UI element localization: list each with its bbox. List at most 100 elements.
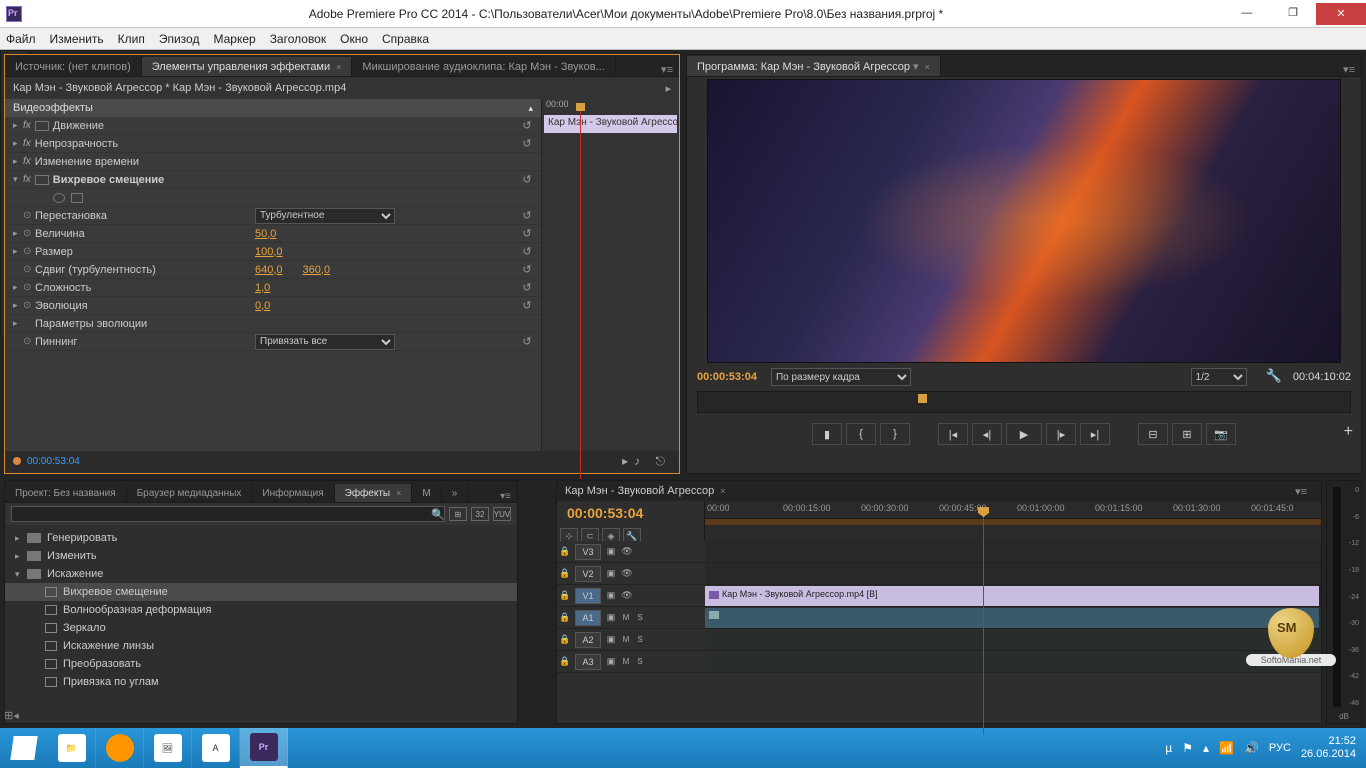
step-forward-button[interactable]: |▸ [1046, 423, 1076, 445]
go-to-in-button[interactable]: |◂ [938, 423, 968, 445]
mark-in-button[interactable]: ▮ [812, 423, 842, 445]
panel-menu-icon[interactable]: ▾≡ [655, 63, 679, 76]
audio-clip[interactable] [705, 608, 1319, 628]
reset-icon[interactable]: ↺ [519, 335, 535, 349]
close-button[interactable]: ✕ [1316, 3, 1366, 25]
effect-item-transform[interactable]: Преобразовать [5, 655, 517, 673]
taskbar-firefox[interactable] [96, 728, 144, 768]
mini-playhead[interactable] [580, 109, 581, 479]
menu-marker[interactable]: Маркер [213, 32, 255, 46]
prop-evolution-options[interactable]: ▸Параметры эволюции [5, 315, 541, 333]
reset-icon[interactable]: ↺ [519, 245, 535, 259]
settings-icon[interactable]: 🔧 [1266, 368, 1282, 383]
lock-icon[interactable]: 🔒 [557, 612, 573, 623]
track-a3-header[interactable]: 🔒A3▣MS [557, 651, 705, 673]
tab-source[interactable]: Источник: (нет клипов) [5, 57, 142, 76]
effects-search-input[interactable] [11, 506, 445, 522]
prop-amount[interactable]: ▸⊙Величина50,0↺ [5, 225, 541, 243]
folder-generate[interactable]: ▸Генерировать [5, 529, 517, 547]
prop-evolution[interactable]: ▸⊙Эволюция0,0↺ [5, 297, 541, 315]
minimize-button[interactable]: — [1224, 3, 1270, 23]
track-v1-lane[interactable]: Кар Мэн - Звуковой Агрессор.mp4 [В] [705, 585, 1321, 607]
prop-offset[interactable]: ⊙Сдвиг (турбулентность)640,0360,0↺ [5, 261, 541, 279]
amount-value[interactable]: 50,0 [255, 228, 276, 240]
tab-markers[interactable]: M [412, 484, 441, 502]
close-icon[interactable]: × [925, 62, 930, 72]
tab-overflow[interactable]: » [442, 484, 469, 502]
prop-pinning[interactable]: ⊙ПиннингПривязать все↺ [5, 333, 541, 351]
track-v3-header[interactable]: 🔒V3▣👁 [557, 541, 705, 563]
reset-icon[interactable]: ↺ [519, 263, 535, 277]
sequence-tab[interactable]: Кар Мэн - Звуковой Агрессор×▾≡ [557, 481, 1321, 501]
reset-icon[interactable]: ↺ [519, 137, 535, 151]
start-button[interactable] [0, 728, 48, 768]
video-effects-header[interactable]: Видеоэффекты▴ [5, 99, 541, 117]
prop-displacement[interactable]: ⊙ПерестановкаТурбулентное↺ [5, 207, 541, 225]
tab-project[interactable]: Проект: Без названия [5, 484, 127, 502]
video-clip[interactable]: Кар Мэн - Звуковой Агрессор.mp4 [В] [705, 586, 1319, 606]
effect-item-mirror[interactable]: Зеркало [5, 619, 517, 637]
tray-up-icon[interactable]: ▴ [1203, 741, 1209, 755]
track-v2-header[interactable]: 🔒V2▣👁 [557, 563, 705, 585]
mute-button[interactable]: M [619, 635, 633, 644]
track-a1-header[interactable]: 🔒A1▣MS [557, 607, 705, 629]
evolution-value[interactable]: 0,0 [255, 300, 270, 312]
effect-twirl[interactable]: ▾fxВихревое смещение↺ [5, 171, 541, 189]
tab-audio-mixer[interactable]: Микширование аудиоклипа: Кар Мэн - Звуко… [352, 57, 615, 76]
folder-distort[interactable]: ▾Искажение [5, 565, 517, 583]
toggle-output-icon[interactable]: ▣ [603, 656, 619, 667]
panel-menu-icon[interactable]: ▾≡ [1337, 63, 1361, 76]
track-v2-lane[interactable] [705, 563, 1321, 585]
taskbar-premiere[interactable]: Pr [240, 728, 288, 768]
solo-button[interactable]: S [633, 635, 647, 644]
close-icon[interactable]: × [396, 488, 401, 498]
lift-button[interactable]: ⊟ [1138, 423, 1168, 445]
menu-window[interactable]: Окно [340, 32, 368, 46]
button-editor-icon[interactable]: + [1344, 423, 1353, 441]
workspace-options[interactable]: ⊞◂ [4, 706, 25, 724]
complexity-value[interactable]: 1,0 [255, 282, 270, 294]
prop-complexity[interactable]: ▸⊙Сложность1,0↺ [5, 279, 541, 297]
zoom-select[interactable]: По размеру кадра [771, 368, 911, 386]
toggle-output-icon[interactable]: ▣ [603, 612, 619, 623]
eye-icon[interactable]: 👁 [619, 590, 635, 601]
lock-icon[interactable]: 🔒 [557, 656, 573, 667]
tray-clock[interactable]: 21:52 26.06.2014 [1301, 735, 1356, 761]
reset-icon[interactable]: ↺ [519, 281, 535, 295]
tray-volume-icon[interactable]: 🔊 [1244, 741, 1259, 755]
tab-effect-controls[interactable]: Элементы управления эффектами× [142, 57, 353, 76]
prop-size[interactable]: ▸⊙Размер100,0↺ [5, 243, 541, 261]
tab-program[interactable]: Программа: Кар Мэн - Звуковой Агрессор ▾… [687, 56, 941, 76]
maximize-button[interactable]: ❐ [1270, 3, 1316, 23]
track-v1-header[interactable]: 🔒V1▣👁 [557, 585, 705, 607]
reset-icon[interactable]: ↺ [519, 299, 535, 313]
panel-menu-icon[interactable]: ▾≡ [494, 491, 517, 502]
toggle-output-icon[interactable]: ▣ [603, 568, 619, 579]
tab-info[interactable]: Информация [252, 484, 334, 502]
close-icon[interactable]: × [336, 62, 341, 72]
effect-item-wave[interactable]: Волнообразная деформация [5, 601, 517, 619]
track-a3-lane[interactable] [705, 651, 1321, 673]
mute-button[interactable]: M [619, 613, 633, 622]
tray-language[interactable]: РУС [1269, 742, 1291, 754]
effect-item-lens[interactable]: Искажение линзы [5, 637, 517, 655]
size-value[interactable]: 100,0 [255, 246, 283, 258]
folder-edit[interactable]: ▸Изменить [5, 547, 517, 565]
export-frame-button[interactable]: 📷 [1206, 423, 1236, 445]
tab-media-browser[interactable]: Браузер медиаданных [127, 484, 253, 502]
effect-mask-row[interactable] [5, 189, 541, 207]
extract-button[interactable]: ⊞ [1172, 423, 1202, 445]
toggle-output-icon[interactable]: ▣ [603, 590, 619, 601]
tray-network-icon[interactable]: 📶 [1219, 741, 1234, 755]
effect-time-remap[interactable]: ▸fxИзменение времени [5, 153, 541, 171]
tray-utorrent-icon[interactable]: µ [1165, 741, 1172, 755]
rect-mask-icon[interactable] [71, 193, 83, 203]
lock-icon[interactable]: 🔒 [557, 590, 573, 601]
track-v3-lane[interactable] [705, 541, 1321, 563]
effect-opacity[interactable]: ▸fxНепрозрачность↺ [5, 135, 541, 153]
tab-effects[interactable]: Эффекты× [335, 484, 413, 502]
program-video[interactable] [707, 79, 1341, 363]
tray-action-center-icon[interactable]: ⚑ [1182, 741, 1193, 755]
eye-icon[interactable]: 👁 [619, 546, 635, 557]
go-to-out-button[interactable]: ▸| [1080, 423, 1110, 445]
